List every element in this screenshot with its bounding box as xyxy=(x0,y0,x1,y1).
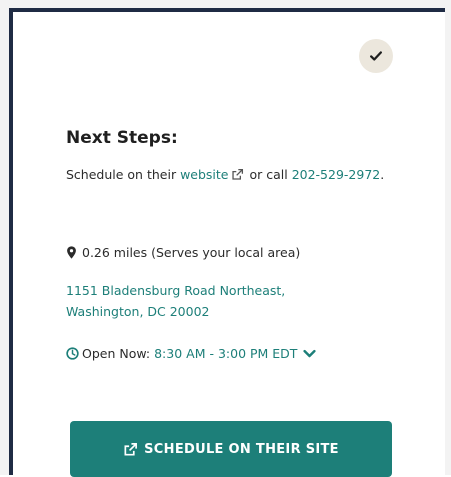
schedule-prefix: Schedule on their xyxy=(66,167,181,182)
website-link-label: website xyxy=(180,167,229,182)
next-steps-heading: Next Steps: xyxy=(66,128,178,148)
provider-card: Next Steps: Schedule on their website or… xyxy=(9,8,445,477)
selected-check-button[interactable] xyxy=(359,39,393,73)
hours-label: Open Now: xyxy=(82,346,151,361)
schedule-instructions: Schedule on their website or call 202-52… xyxy=(66,164,406,185)
page-background: Next Steps: Schedule on their website or… xyxy=(0,0,451,477)
period-text: . xyxy=(380,167,385,182)
or-call-text: or call xyxy=(245,167,292,182)
hours-row: Open Now: 8:30 AM - 3:00 PM EDT xyxy=(66,343,317,364)
address-link[interactable]: 1151 Bladensburg Road Northeast, Washing… xyxy=(66,280,366,322)
clock-icon xyxy=(66,347,79,360)
phone-link[interactable]: 202-529-2972 xyxy=(292,167,381,182)
distance-info: 0.26 miles (Serves your local area) xyxy=(66,242,300,263)
schedule-on-site-label: SCHEDULE ON THEIR SITE xyxy=(144,441,339,457)
schedule-on-site-button[interactable]: SCHEDULE ON THEIR SITE xyxy=(70,421,392,477)
distance-text: 0.26 miles (Serves your local area) xyxy=(82,245,301,260)
chevron-down-icon[interactable] xyxy=(303,349,317,359)
hours-range: 8:30 AM - 3:00 PM EDT xyxy=(154,346,298,361)
check-icon xyxy=(370,51,382,61)
external-link-icon xyxy=(231,168,243,180)
external-link-icon xyxy=(124,442,138,455)
website-link[interactable]: website xyxy=(180,167,245,182)
map-pin-icon xyxy=(67,246,76,259)
